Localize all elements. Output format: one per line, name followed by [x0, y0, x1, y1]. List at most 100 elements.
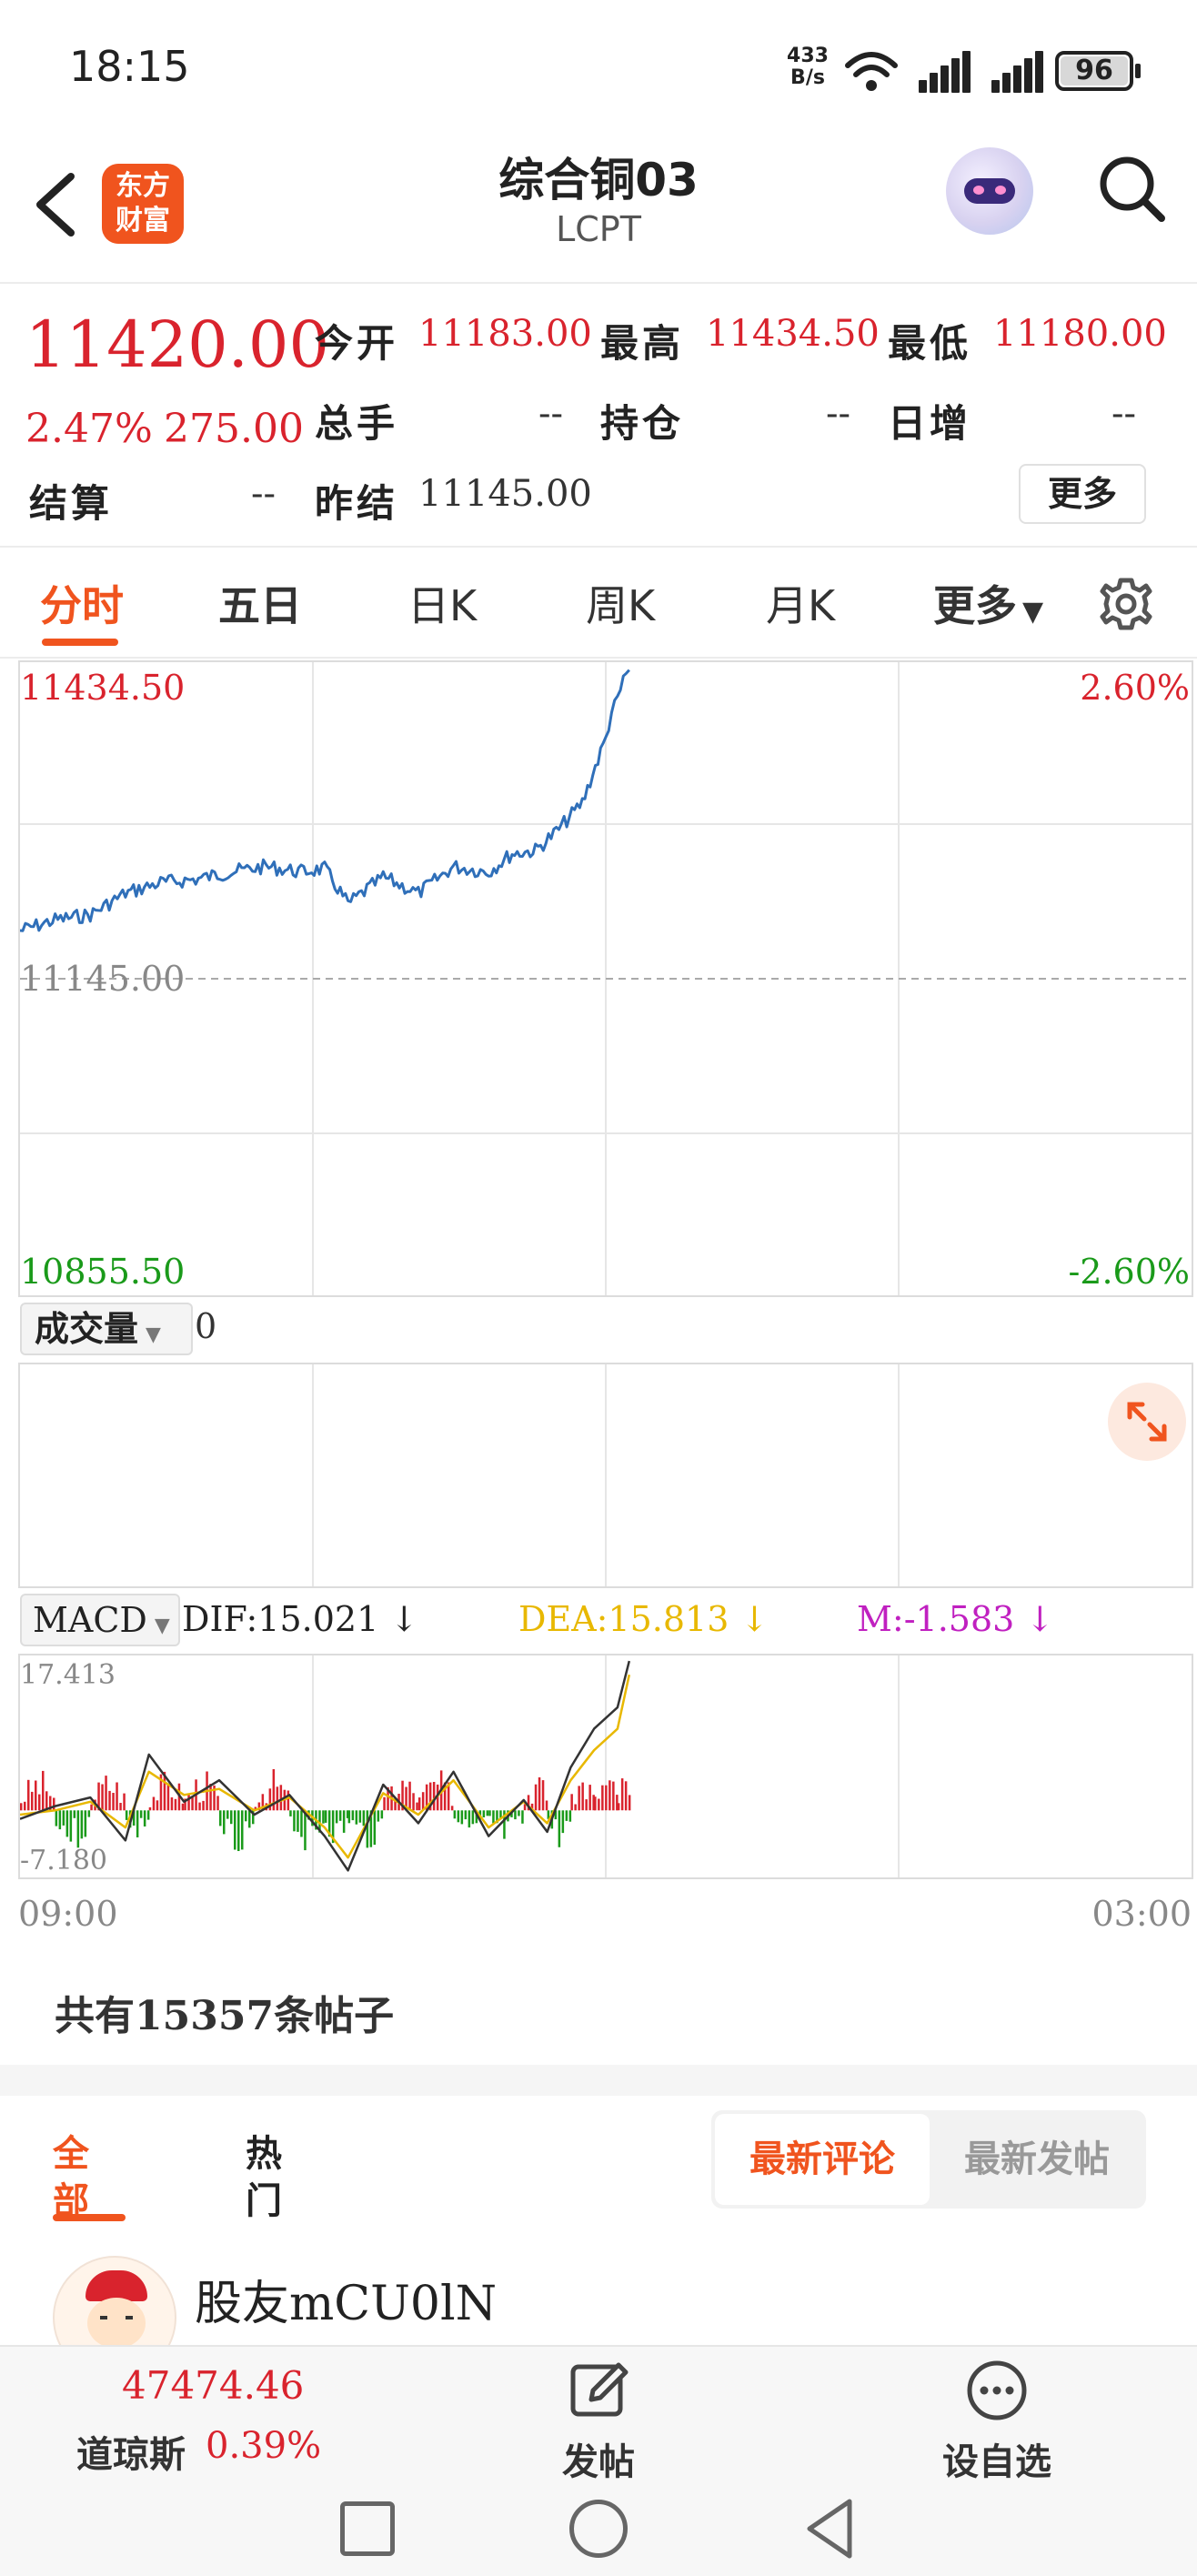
- intraday-chart[interactable]: [18, 660, 1193, 1297]
- more-quote-button[interactable]: 更多: [1019, 464, 1146, 524]
- macd-chart[interactable]: [18, 1654, 1193, 1879]
- add-watchlist-label: 设自选: [942, 2441, 1051, 2483]
- settle-label: 结算: [29, 481, 114, 526]
- volume-value: 0: [195, 1306, 217, 1346]
- cell-signal-icon: [919, 51, 971, 93]
- macd-histogram-bar: [598, 1798, 600, 1811]
- low-value: 11180.00: [993, 313, 1167, 355]
- index-name[interactable]: 道琼斯: [76, 2425, 186, 2478]
- macd-histogram-bar: [578, 1786, 580, 1811]
- posts-tab-all[interactable]: 全部: [53, 2130, 107, 2225]
- price-axis-mid-label: 11145.00: [20, 959, 186, 999]
- macd-histogram-bar: [116, 1782, 118, 1811]
- macd-histogram-bar: [624, 1781, 628, 1811]
- index-change-percent[interactable]: 0.39%: [206, 2425, 321, 2467]
- macd-histogram-bar: [119, 1803, 122, 1811]
- macd-histogram-bar: [293, 1810, 296, 1832]
- back-button[interactable]: [25, 164, 89, 246]
- settle-value: --: [251, 473, 277, 515]
- tab-intraday[interactable]: 分时: [40, 573, 124, 633]
- posts-tab-hot[interactable]: 热门: [246, 2130, 300, 2225]
- volume-grid: [312, 1364, 900, 1586]
- tab-monthly-k[interactable]: 月K: [766, 573, 835, 633]
- prev-settle-label: 昨结: [315, 481, 399, 526]
- time-axis-end-label: 03:00: [1091, 1894, 1192, 1934]
- expand-chart-button[interactable]: [1108, 1383, 1186, 1461]
- recent-apps-button[interactable]: [340, 2501, 395, 2556]
- macd-histogram-bar: [450, 1806, 454, 1811]
- gear-icon: [1100, 578, 1152, 630]
- post-button-label: 发帖: [562, 2441, 635, 2483]
- macd-histogram-bar: [574, 1804, 577, 1811]
- posts-count[interactable]: 共有15357条帖子: [55, 1983, 394, 2041]
- macd-histogram-bar: [534, 1784, 538, 1811]
- sort-latest-post-button[interactable]: 最新发帖: [930, 2114, 1144, 2205]
- macd-indicator-dropdown[interactable]: MACD ▼: [20, 1594, 180, 1646]
- home-button[interactable]: [569, 2500, 628, 2558]
- tab-five-day[interactable]: 五日: [218, 573, 302, 633]
- app-logo[interactable]: 东方 财富: [102, 164, 184, 244]
- macd-histogram-bar: [594, 1796, 597, 1811]
- macd-histogram-bar: [492, 1810, 495, 1824]
- macd-histogram-bar: [53, 1797, 55, 1811]
- volume-indicator-dropdown[interactable]: 成交量 ▼: [20, 1303, 193, 1355]
- macd-histogram-bar: [20, 1803, 23, 1811]
- macd-histogram-bar: [289, 1810, 292, 1816]
- post-button[interactable]: 发帖: [508, 2358, 689, 2485]
- macd-histogram-bar: [373, 1810, 377, 1846]
- macd-histogram-bar: [80, 1810, 84, 1839]
- price-axis-top-label: 11434.50: [20, 668, 186, 708]
- macd-histogram-bar: [453, 1810, 457, 1819]
- tab-more[interactable]: 更多 ▼: [933, 573, 1043, 633]
- macd-histogram-bar: [620, 1778, 624, 1811]
- battery-level: 96: [1061, 56, 1128, 86]
- cell-signal-icon: [991, 51, 1043, 93]
- assistant-robot-icon[interactable]: [946, 147, 1033, 235]
- macd-histogram-bar: [146, 1810, 150, 1820]
- macd-histogram-bar: [223, 1810, 226, 1835]
- wifi-icon: [844, 49, 899, 95]
- macd-histogram-bar: [166, 1783, 170, 1811]
- price-axis-bottom-label: 10855.50: [20, 1252, 186, 1292]
- macd-histogram-bar: [377, 1810, 380, 1822]
- macd-histogram-bar: [139, 1810, 143, 1818]
- time-axis-start-label: 09:00: [18, 1894, 118, 1934]
- macd-m-label: M:-1.583 ↓: [857, 1599, 1055, 1639]
- macd-histogram-bar: [87, 1810, 91, 1817]
- post-username[interactable]: 股友mCU0lN: [195, 2265, 497, 2333]
- high-label: 最高: [600, 321, 685, 366]
- macd-histogram-bar: [541, 1780, 545, 1811]
- macd-histogram-bar: [234, 1810, 236, 1850]
- sort-latest-comment-button[interactable]: 最新评论: [715, 2114, 930, 2205]
- macd-chart-plot: [20, 1655, 900, 1877]
- position-label: 持仓: [600, 401, 685, 446]
- more-dots-icon: [967, 2360, 1027, 2420]
- index-value[interactable]: 47474.46: [122, 2363, 304, 2408]
- network-speed: 433 B/s: [787, 45, 829, 89]
- chart-settings-button[interactable]: [1097, 575, 1155, 633]
- macd-histogram-bar: [518, 1810, 520, 1816]
- add-watchlist-button[interactable]: 设自选: [906, 2358, 1088, 2485]
- macd-histogram-bar: [62, 1810, 65, 1826]
- search-button[interactable]: [1096, 153, 1169, 226]
- expand-icon: [1127, 1402, 1167, 1442]
- macd-histogram-bar: [245, 1810, 247, 1822]
- macd-histogram-bar: [486, 1810, 489, 1816]
- tab-weekly-k[interactable]: 周K: [586, 573, 655, 633]
- macd-histogram-bar: [628, 1795, 631, 1811]
- back-nav-button[interactable]: [800, 2496, 859, 2561]
- tab-daily-k[interactable]: 日K: [407, 573, 477, 633]
- volume-label: 总手: [315, 401, 399, 446]
- macd-histogram-bar: [421, 1792, 425, 1811]
- macd-histogram-bar: [568, 1810, 572, 1822]
- volume-chart[interactable]: [18, 1363, 1193, 1588]
- macd-histogram-bar: [545, 1800, 548, 1811]
- macd-histogram-bar: [105, 1776, 107, 1811]
- macd-histogram-bar: [488, 1810, 491, 1816]
- change-percent: 2.47%: [25, 406, 153, 452]
- macd-histogram-bar: [432, 1782, 436, 1811]
- macd-histogram-bar: [457, 1810, 460, 1823]
- macd-histogram-bar: [90, 1804, 93, 1811]
- macd-dif-line: [20, 1660, 631, 1872]
- intraday-chart-plot: [20, 662, 1192, 1295]
